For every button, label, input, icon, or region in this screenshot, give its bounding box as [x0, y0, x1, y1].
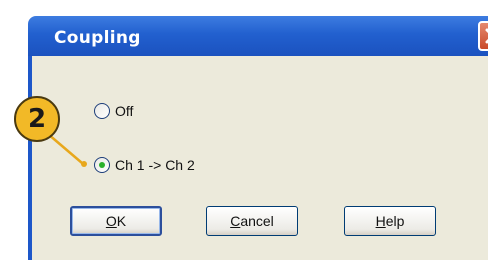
callout-number: 2: [27, 104, 47, 134]
step-callout: 2: [14, 96, 60, 142]
callout-leader-line: [47, 133, 87, 167]
